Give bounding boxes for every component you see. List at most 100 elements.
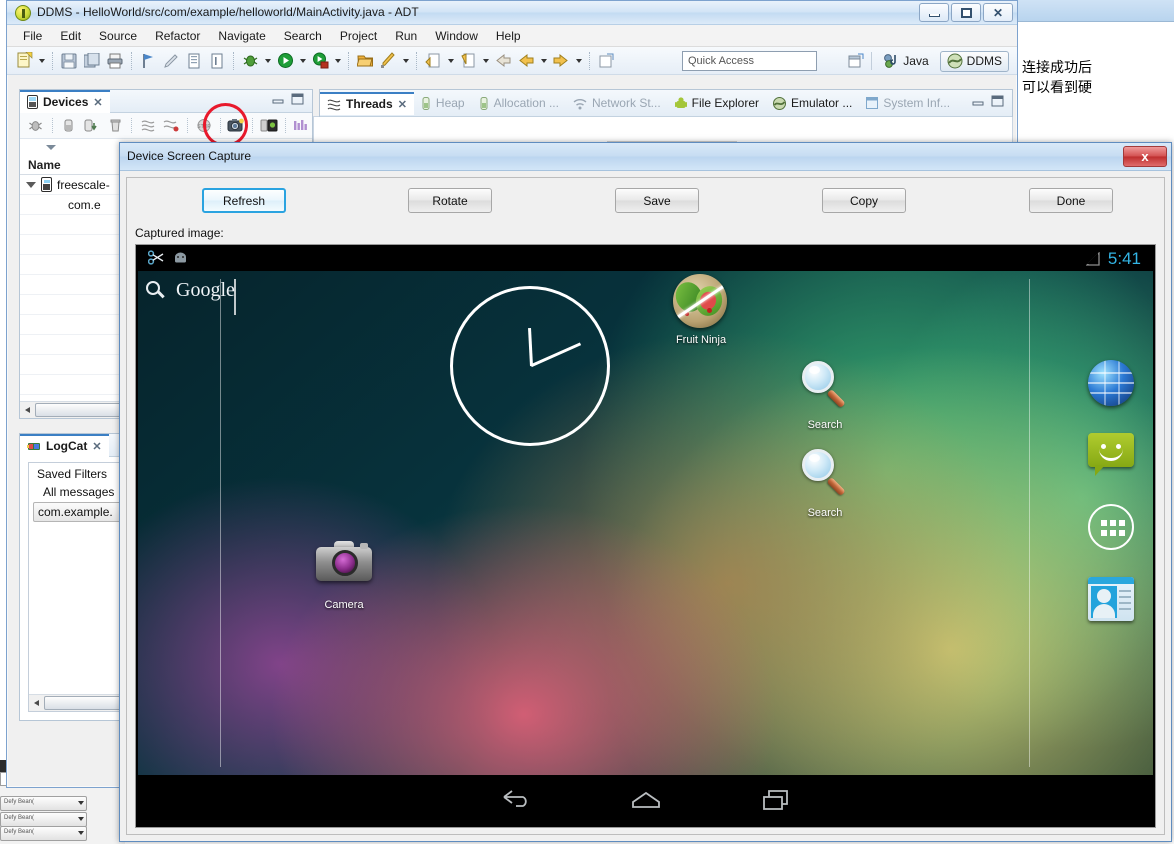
menu-item-source[interactable]: Source — [91, 27, 145, 45]
tab-system-information[interactable]: System Inf... — [859, 92, 957, 115]
close-button[interactable]: ✕ — [983, 3, 1013, 22]
forward-dropdown-icon[interactable] — [573, 50, 584, 72]
back-icon[interactable] — [492, 50, 514, 72]
google-search-widget[interactable]: Google — [146, 279, 236, 315]
nav-recents-button[interactable] — [711, 775, 841, 825]
dock-item-messaging[interactable] — [1083, 419, 1139, 491]
tab-logcat[interactable]: LogCat ✕ — [20, 433, 109, 457]
nav-home-button[interactable] — [581, 775, 711, 825]
tab-devices[interactable]: Devices ✕ — [20, 89, 110, 113]
perspective-java[interactable]: Java — [876, 51, 935, 72]
close-icon[interactable]: ✕ — [92, 440, 101, 453]
dump-view-hierarchy-icon[interactable] — [258, 115, 280, 137]
annotation-highlight-circle — [203, 103, 248, 147]
menu-item-help[interactable]: Help — [488, 27, 529, 45]
start-method-profiling-icon[interactable] — [161, 115, 183, 137]
menu-item-navigate[interactable]: Navigate — [210, 27, 273, 45]
pen-icon[interactable] — [160, 50, 182, 72]
menu-item-search[interactable]: Search — [276, 27, 330, 45]
system-information-icon[interactable] — [291, 115, 313, 137]
tab-heap-label: Heap — [435, 96, 465, 110]
tab-network-statistics[interactable]: Network St... — [566, 92, 668, 115]
outline-alt-icon[interactable] — [206, 50, 228, 72]
android-sdk-manager-icon[interactable] — [377, 50, 399, 72]
expand-icon[interactable] — [26, 181, 36, 188]
open-folder-icon[interactable] — [354, 50, 376, 72]
copy-button[interactable]: Copy — [822, 188, 906, 213]
run-external-dropdown-icon[interactable] — [332, 50, 343, 72]
close-icon[interactable]: ✕ — [93, 96, 102, 109]
search-magnifier-icon — [797, 359, 853, 415]
dock-item-app-drawer[interactable] — [1083, 491, 1139, 563]
sdk-dropdown-icon[interactable] — [400, 50, 411, 72]
dock-item-browser[interactable] — [1083, 347, 1139, 419]
chevron-down-icon — [46, 144, 56, 150]
done-button[interactable]: Done — [1029, 188, 1113, 213]
nav-back-button[interactable] — [451, 775, 581, 825]
menu-item-run[interactable]: Run — [387, 27, 425, 45]
tab-file-explorer[interactable]: File Explorer — [668, 92, 766, 115]
close-icon[interactable]: ✕ — [398, 98, 407, 111]
dump-hprof-icon[interactable] — [81, 115, 103, 137]
quick-access-input[interactable]: Quick Access — [682, 51, 817, 71]
devices-view-tabs: Devices ✕ — [20, 89, 312, 113]
dock-item-contacts[interactable] — [1083, 563, 1139, 635]
cause-gc-icon[interactable] — [105, 115, 127, 137]
save-all-icon[interactable] — [81, 50, 103, 72]
app-icon-search-2[interactable]: Search — [783, 444, 867, 519]
background-combo-1[interactable]: Defy Bean( — [0, 812, 87, 827]
debug-dropdown-icon[interactable] — [262, 50, 273, 72]
debug-icon[interactable] — [25, 115, 47, 137]
maximize-view-icon[interactable] — [291, 93, 304, 109]
run-external-icon[interactable] — [309, 50, 331, 72]
debug-icon[interactable] — [239, 50, 261, 72]
save-icon[interactable] — [58, 50, 80, 72]
forward-icon[interactable] — [550, 50, 572, 72]
menu-item-window[interactable]: Window — [427, 27, 486, 45]
run-icon[interactable] — [274, 50, 296, 72]
new-editor-icon[interactable] — [595, 50, 617, 72]
maximize-button[interactable] — [951, 3, 981, 22]
menu-item-project[interactable]: Project — [332, 27, 385, 45]
background-combo-2[interactable]: Defy Bean( — [0, 826, 87, 841]
open-perspective-icon[interactable] — [845, 50, 867, 72]
minimize-view-icon[interactable] — [972, 95, 985, 111]
tab-threads[interactable]: Threads ✕ — [320, 91, 414, 115]
tab-heap[interactable]: Heap — [414, 92, 472, 115]
analog-clock-widget[interactable] — [450, 286, 610, 446]
rotate-button[interactable]: Rotate — [408, 188, 492, 213]
menu-item-edit[interactable]: Edit — [52, 27, 89, 45]
tab-allocation-tracker[interactable]: Allocation ... — [472, 92, 566, 115]
update-threads-icon[interactable] — [137, 115, 159, 137]
menu-item-refactor[interactable]: Refactor — [147, 27, 208, 45]
scroll-left-icon[interactable] — [29, 696, 44, 711]
outline-icon[interactable] — [183, 50, 205, 72]
marker-icon[interactable] — [137, 50, 159, 72]
new-dropdown-icon[interactable] — [36, 50, 47, 72]
app-icon-camera[interactable]: Camera — [302, 533, 386, 611]
maximize-view-icon[interactable] — [991, 95, 1004, 111]
run-dropdown-icon[interactable] — [297, 50, 308, 72]
next-dropdown-icon[interactable] — [480, 50, 491, 72]
dialog-close-button[interactable]: x — [1123, 146, 1167, 167]
tab-emulator-control[interactable]: Emulator ... — [766, 92, 859, 115]
minimize-view-icon[interactable] — [272, 93, 285, 109]
previous-annotation-icon[interactable] — [422, 50, 444, 72]
update-heap-icon[interactable] — [58, 115, 80, 137]
scroll-left-icon[interactable] — [20, 403, 35, 418]
print-icon[interactable] — [104, 50, 126, 72]
save-button[interactable]: Save — [615, 188, 699, 213]
refresh-button[interactable]: Refresh — [202, 188, 286, 213]
background-combo-0[interactable]: Defy Bean( — [0, 796, 87, 811]
perspective-ddms[interactable]: DDMS — [939, 50, 1009, 72]
forward-back-icon[interactable] — [515, 50, 537, 72]
new-icon[interactable] — [13, 50, 35, 72]
dialog-titlebar: Device Screen Capture x — [120, 143, 1171, 171]
next-annotation-icon[interactable] — [457, 50, 479, 72]
app-icon-fruit-ninja[interactable]: Fruit Ninja — [659, 274, 743, 346]
previous-dropdown-icon[interactable] — [445, 50, 456, 72]
app-icon-search-1[interactable]: Search — [783, 356, 867, 431]
minimize-button[interactable] — [919, 3, 949, 22]
back-dropdown-icon[interactable] — [538, 50, 549, 72]
menu-item-file[interactable]: File — [15, 27, 50, 45]
